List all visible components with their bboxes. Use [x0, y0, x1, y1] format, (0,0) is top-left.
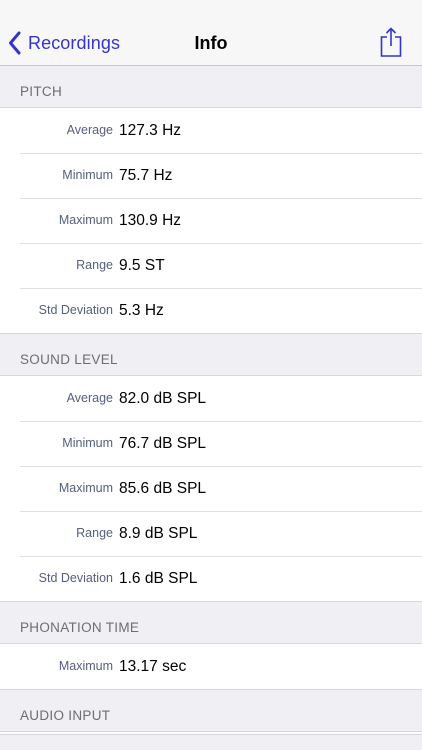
row-value: 5.3 Hz	[119, 302, 164, 319]
pitch-maximum-row: Maximum 130.9 Hz	[0, 198, 422, 243]
row-label: Range	[76, 258, 113, 272]
share-button[interactable]	[378, 26, 404, 58]
row-value: 130.9 Hz	[119, 212, 182, 229]
pitch-std-deviation-row: Std Deviation 5.3 Hz	[0, 288, 422, 333]
section-title: PHONATION TIME	[20, 620, 140, 635]
audio-input-top-edge	[0, 732, 422, 734]
sound-range-row: Range 8.9 dB SPL	[0, 511, 422, 556]
section-header-audio-input: AUDIO INPUT	[0, 690, 422, 732]
row-label: Range	[76, 526, 113, 540]
row-value: 82.0 dB SPL	[119, 390, 207, 407]
row-label: Minimum	[62, 168, 113, 182]
info-list[interactable]: PITCH Average 127.3 Hz Minimum 75.7 Hz M…	[0, 66, 422, 735]
row-label: Average	[66, 391, 113, 405]
sound-minimum-row: Minimum 76.7 dB SPL	[0, 421, 422, 466]
row-label: Average	[66, 123, 113, 137]
section-header-phonation-time: PHONATION TIME	[0, 602, 422, 644]
navigation-bar: Recordings Info	[0, 0, 422, 66]
phonation-maximum-row: Maximum 13.17 sec	[0, 644, 422, 689]
section-header-sound-level: SOUND LEVEL	[0, 334, 422, 376]
row-label: Maximum	[58, 481, 113, 495]
row-value: 85.6 dB SPL	[119, 480, 207, 497]
row-value: 127.3 Hz	[119, 122, 182, 139]
share-icon	[378, 27, 404, 62]
phonation-time-group: Maximum 13.17 sec	[0, 644, 422, 690]
row-value: 9.5 ST	[119, 257, 165, 274]
row-value: 13.17 sec	[119, 658, 187, 675]
sound-level-group: Average 82.0 dB SPL Minimum 76.7 dB SPL …	[0, 376, 422, 602]
section-title: SOUND LEVEL	[20, 352, 118, 367]
page-title: Info	[194, 33, 228, 53]
audio-input-group	[0, 732, 422, 735]
sound-maximum-row: Maximum 85.6 dB SPL	[0, 466, 422, 511]
row-label: Std Deviation	[38, 571, 113, 585]
section-title: PITCH	[20, 84, 62, 99]
row-value: 76.7 dB SPL	[119, 435, 207, 452]
row-label: Maximum	[58, 213, 113, 227]
pitch-average-row: Average 127.3 Hz	[0, 108, 422, 153]
row-label: Std Deviation	[38, 303, 113, 317]
pitch-range-row: Range 9.5 ST	[0, 243, 422, 288]
pitch-minimum-row: Minimum 75.7 Hz	[0, 153, 422, 198]
section-header-pitch: PITCH	[0, 66, 422, 108]
pitch-group: Average 127.3 Hz Minimum 75.7 Hz Maximum…	[0, 108, 422, 334]
row-value: 8.9 dB SPL	[119, 525, 198, 542]
section-title: AUDIO INPUT	[20, 708, 111, 723]
row-value: 75.7 Hz	[119, 167, 173, 184]
row-label: Maximum	[58, 659, 113, 673]
sound-std-deviation-row: Std Deviation 1.6 dB SPL	[0, 556, 422, 601]
sound-average-row: Average 82.0 dB SPL	[0, 376, 422, 421]
row-value: 1.6 dB SPL	[119, 570, 198, 587]
row-label: Minimum	[62, 436, 113, 450]
